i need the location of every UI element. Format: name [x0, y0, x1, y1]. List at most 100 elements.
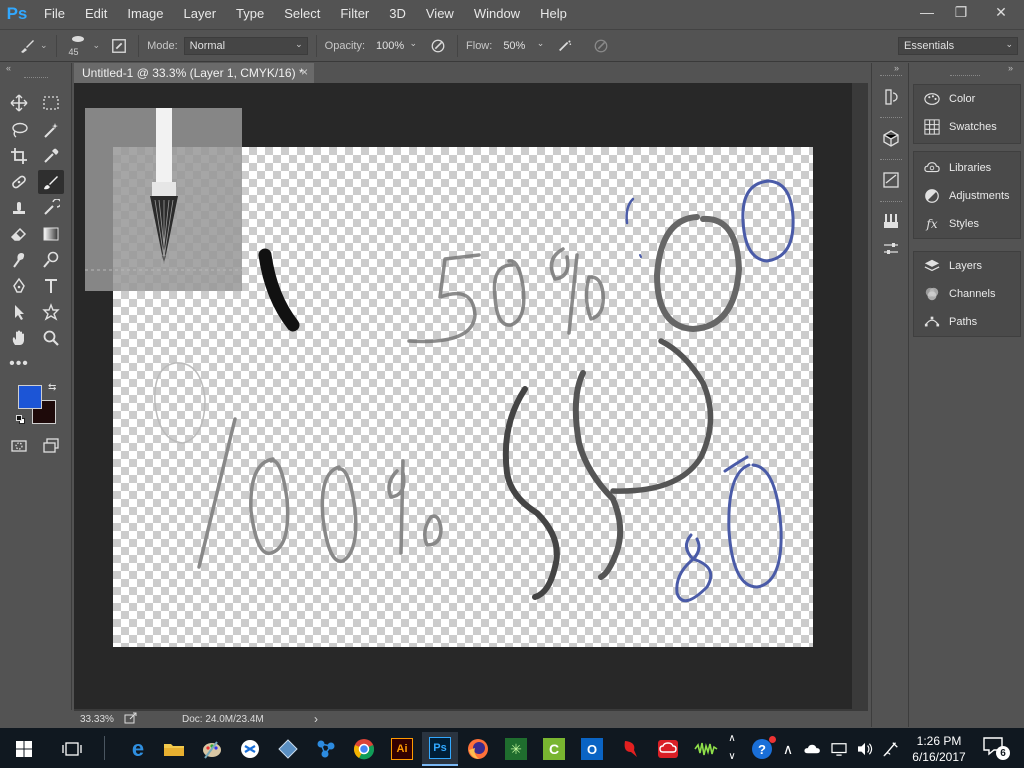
menu-3d[interactable]: 3D [379, 0, 416, 28]
type-tool-icon[interactable] [38, 274, 64, 298]
collapse-right-panel-icon[interactable]: » [1008, 63, 1013, 73]
brush-tool-preset-icon[interactable] [16, 35, 38, 57]
audio-app-icon[interactable] [688, 732, 724, 766]
minimize-button[interactable]: — [910, 0, 944, 24]
smudge-tool-icon[interactable] [6, 248, 32, 272]
green-c-app-icon[interactable]: C [536, 732, 572, 766]
quick-mask-icon[interactable] [6, 434, 32, 458]
pressure-opacity-icon[interactable] [427, 35, 449, 57]
show-hidden-icons-icon[interactable]: ∧ [776, 732, 800, 766]
brush-panel-icon[interactable] [108, 35, 130, 57]
menu-image[interactable]: Image [117, 0, 173, 28]
brush-size-dropdown-icon[interactable]: ⌄ [93, 40, 101, 51]
network-app-icon[interactable] [308, 732, 344, 766]
edge-browser-icon[interactable]: e [120, 732, 156, 766]
gradient-tool-icon[interactable] [38, 222, 64, 246]
status-menu-arrow[interactable]: › [314, 712, 318, 726]
notification-center-icon[interactable]: 6 [982, 736, 1010, 760]
properties-panel-icon[interactable] [878, 168, 904, 192]
close-button[interactable]: ✕ [978, 0, 1024, 24]
crop-tool-icon[interactable] [6, 144, 32, 168]
zoom-tool-icon[interactable] [38, 326, 64, 350]
workspace-select[interactable]: Essentials ⌄ [898, 37, 1018, 55]
restore-button[interactable]: ❐ [944, 0, 978, 24]
snipping-tool-icon[interactable] [232, 732, 268, 766]
3d-panel-icon[interactable] [878, 126, 904, 150]
adjust-sliders-icon[interactable] [878, 237, 904, 261]
brush-tool-icon[interactable] [38, 170, 64, 194]
creative-cloud-icon[interactable] [650, 732, 686, 766]
panel-tab-layers[interactable]: Layers [922, 254, 982, 278]
taskbar-clock[interactable]: 1:26 PM 6/16/2017 [900, 733, 978, 765]
panel-tab-styles[interactable]: fx Styles [922, 212, 979, 236]
task-view-icon[interactable] [54, 732, 90, 766]
brush-size-picker[interactable]: 45 [67, 33, 89, 59]
menu-filter[interactable]: Filter [330, 0, 379, 28]
opacity-field[interactable]: 100% ⌄ [371, 37, 421, 55]
windows-start-icon[interactable] [6, 732, 42, 766]
foreground-color-swatch[interactable] [18, 385, 42, 409]
panel-tab-adjustments[interactable]: Adjustments [922, 184, 1010, 208]
history-brush-tool-icon[interactable] [38, 196, 64, 220]
zoom-level[interactable]: 33.33% [80, 714, 122, 725]
panel-tab-paths[interactable]: Paths [922, 310, 977, 334]
collapse-panel-icon[interactable]: « [6, 63, 11, 73]
screen-mode-icon[interactable] [38, 434, 64, 458]
flow-field[interactable]: 50% ⌄ [498, 37, 548, 55]
network-icon[interactable] [826, 732, 852, 766]
swap-colors-icon[interactable]: ⇆ [48, 382, 56, 393]
close-tab-icon[interactable]: × [301, 65, 308, 79]
3d-builder-icon[interactable] [270, 732, 306, 766]
dodge-tool-icon[interactable] [38, 248, 64, 272]
path-selection-tool-icon[interactable] [6, 300, 32, 324]
airbrush-icon[interactable] [554, 35, 576, 57]
menu-help[interactable]: Help [530, 0, 577, 28]
help-icon[interactable]: ? [744, 732, 780, 766]
menu-window[interactable]: Window [464, 0, 530, 28]
red-app-icon[interactable] [612, 732, 648, 766]
illustrator-app-icon[interactable]: Ai [384, 732, 420, 766]
collapse-strip-icon[interactable]: » [894, 63, 899, 73]
healing-brush-tool-icon[interactable] [6, 170, 32, 194]
lasso-tool-icon[interactable] [6, 118, 32, 142]
menu-file[interactable]: File [34, 0, 75, 28]
vertical-scrollbar[interactable] [852, 83, 868, 709]
pressure-size-icon[interactable] [590, 35, 612, 57]
menu-edit[interactable]: Edit [75, 0, 117, 28]
chrome-browser-icon[interactable] [346, 732, 382, 766]
menu-layer[interactable]: Layer [174, 0, 227, 28]
eraser-tool-icon[interactable] [6, 222, 32, 246]
default-colors-icon[interactable] [16, 415, 26, 425]
hand-tool-icon[interactable] [6, 326, 32, 350]
marquee-tool-icon[interactable] [38, 91, 64, 115]
panel-tab-swatches[interactable]: Swatches [922, 115, 997, 139]
panel-tab-channels[interactable]: Channels [922, 282, 995, 306]
volume-icon[interactable] [852, 732, 878, 766]
brush-presets-icon[interactable] [878, 209, 904, 233]
firefox-browser-icon[interactable] [460, 732, 496, 766]
move-tool-icon[interactable] [6, 91, 32, 115]
panel-tab-libraries[interactable]: Libraries [922, 156, 991, 180]
mode-select[interactable]: Normal ⌄ [183, 36, 308, 55]
photoshop-app-icon[interactable]: Ps [422, 732, 458, 766]
menu-type[interactable]: Type [226, 0, 274, 28]
document-tab[interactable]: Untitled-1 @ 33.3% (Layer 1, CMYK/16) * … [74, 63, 314, 83]
menu-select[interactable]: Select [274, 0, 330, 28]
green-puzzle-app-icon[interactable]: ✳ [498, 732, 534, 766]
menu-view[interactable]: View [416, 0, 464, 28]
onedrive-icon[interactable] [800, 732, 826, 766]
export-icon[interactable] [124, 712, 138, 727]
panel-tab-color[interactable]: Color [922, 87, 975, 111]
file-explorer-icon[interactable] [156, 732, 192, 766]
pen-tool-icon[interactable] [6, 274, 32, 298]
clone-stamp-tool-icon[interactable] [6, 196, 32, 220]
paint-app-icon[interactable] [194, 732, 230, 766]
magic-wand-tool-icon[interactable] [38, 118, 64, 142]
custom-shape-tool-icon[interactable] [38, 300, 64, 324]
outlook-app-icon[interactable]: O [574, 732, 610, 766]
preset-dropdown-icon[interactable]: ⌄ [40, 40, 48, 51]
more-tools-icon[interactable]: ••• [6, 352, 32, 376]
history-panel-icon[interactable] [878, 85, 904, 109]
taskbar-scroll-arrows[interactable]: ∧ ∨ [726, 730, 738, 766]
eyedropper-tool-icon[interactable] [38, 144, 64, 168]
